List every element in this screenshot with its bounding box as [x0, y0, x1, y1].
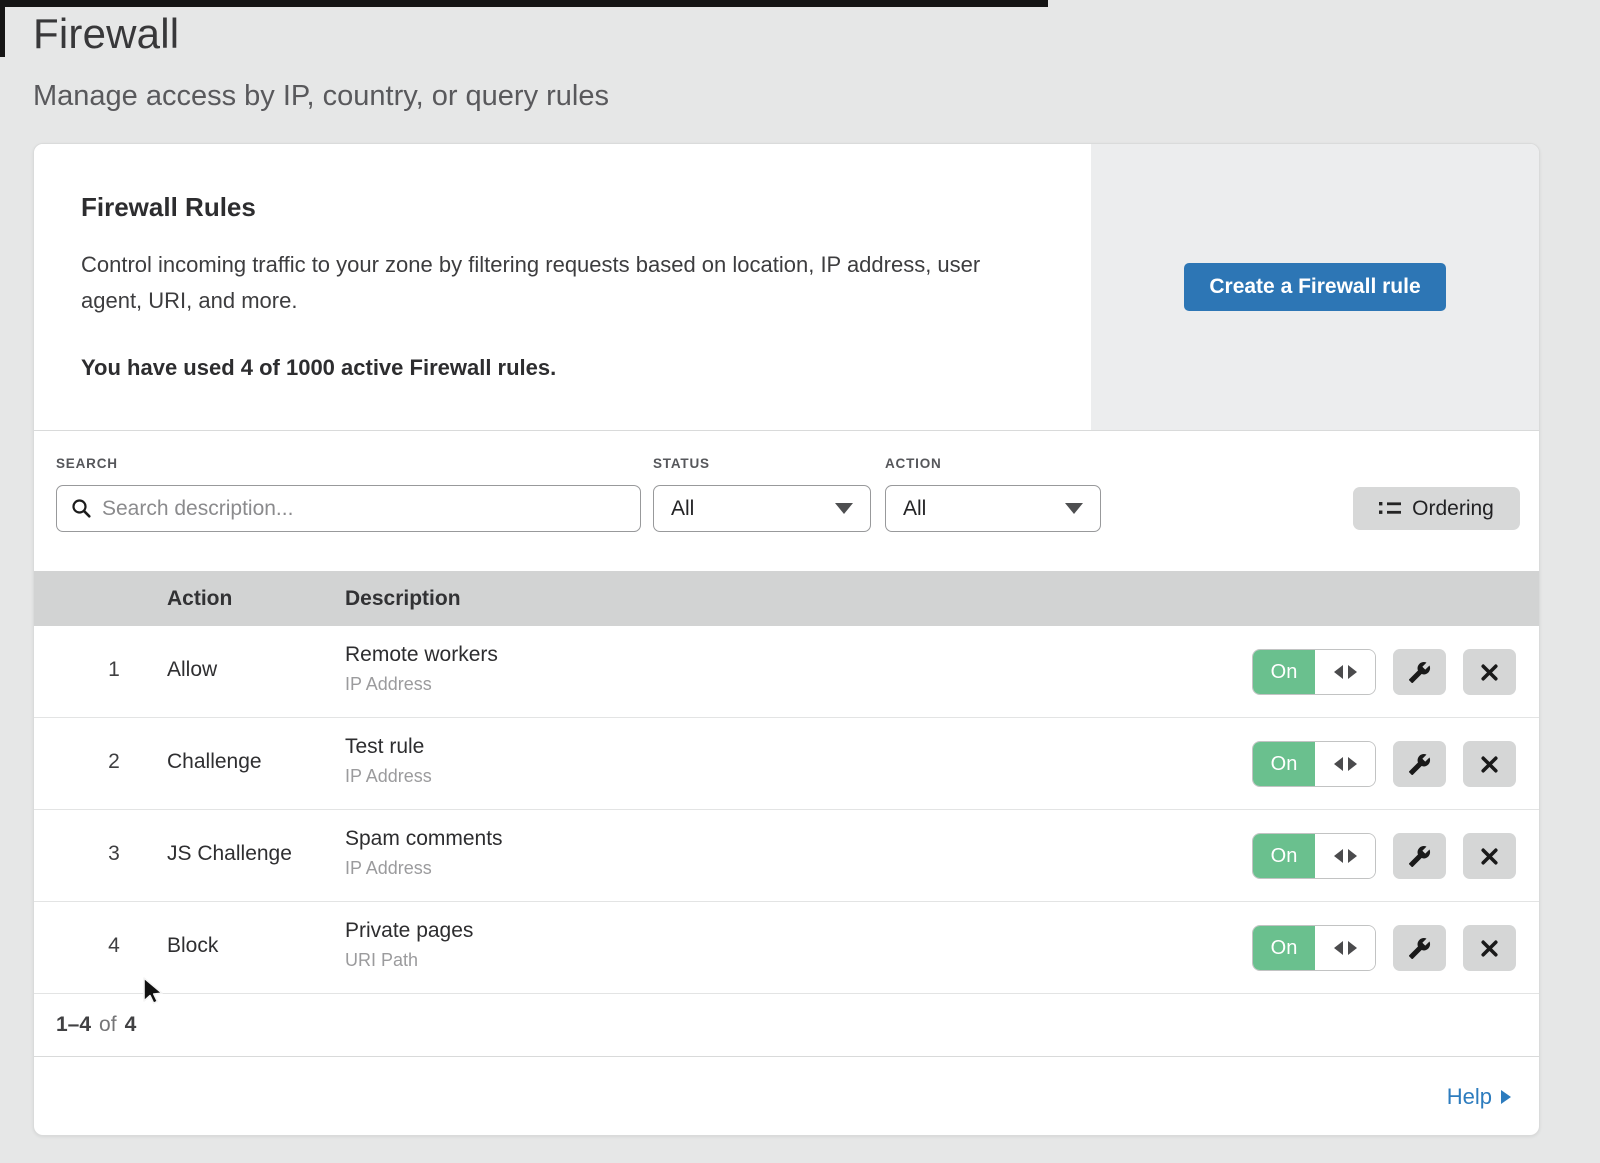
help-link[interactable]: Help [1447, 1084, 1511, 1110]
close-icon [1479, 938, 1500, 959]
pagination: 1–4 of 4 [34, 994, 1539, 1056]
wrench-icon [1408, 661, 1431, 684]
table-row: 3 JS Challenge Spam comments IP Address … [34, 810, 1539, 902]
create-firewall-rule-button[interactable]: Create a Firewall rule [1184, 263, 1445, 311]
overview-aside-panel: Create a Firewall rule [1091, 144, 1539, 430]
rule-toggle[interactable]: On [1252, 925, 1376, 971]
rule-toggle[interactable]: On [1252, 741, 1376, 787]
search-icon [71, 498, 92, 519]
rule-priority: 4 [99, 934, 129, 958]
delete-rule-button[interactable] [1463, 925, 1516, 971]
filters-section: SEARCH STATUS All ACTION All Orde [34, 431, 1539, 571]
delete-rule-button[interactable] [1463, 741, 1516, 787]
overview-section: Firewall Rules Control incoming traffic … [34, 144, 1539, 431]
rule-toggle[interactable]: On [1252, 833, 1376, 879]
edit-rule-button[interactable] [1393, 649, 1446, 695]
rule-title: Test rule [345, 735, 432, 759]
status-selected-value: All [671, 497, 694, 521]
rule-action: JS Challenge [167, 842, 292, 866]
close-icon [1479, 662, 1500, 683]
edit-rule-button[interactable] [1393, 833, 1446, 879]
toggle-on-label: On [1253, 742, 1315, 786]
close-icon [1479, 846, 1500, 867]
rule-subtitle: IP Address [345, 674, 498, 695]
wrench-icon [1408, 845, 1431, 868]
edit-rule-button[interactable] [1393, 925, 1446, 971]
toggle-on-label: On [1253, 926, 1315, 970]
rule-action: Block [167, 934, 218, 958]
rule-toggle[interactable]: On [1252, 649, 1376, 695]
chevron-down-icon [835, 503, 853, 514]
usage-text: You have used 4 of 1000 active Firewall … [81, 355, 1091, 381]
action-select[interactable]: All [885, 485, 1101, 532]
toggle-handle-icon[interactable] [1315, 926, 1375, 970]
toggle-handle-icon[interactable] [1315, 650, 1375, 694]
column-header-action: Action [167, 571, 232, 626]
rule-action: Challenge [167, 750, 262, 774]
search-box[interactable] [56, 485, 641, 532]
pagination-total: 4 [125, 1013, 137, 1037]
screenshot-edge-artifact [0, 0, 5, 57]
firewall-rules-card: Firewall Rules Control incoming traffic … [33, 143, 1540, 1136]
wrench-icon [1408, 753, 1431, 776]
table-header: Action Description [34, 571, 1539, 626]
pagination-separator: of [99, 1013, 117, 1037]
card-footer: Help [34, 1056, 1539, 1136]
delete-rule-button[interactable] [1463, 833, 1516, 879]
rule-title: Remote workers [345, 643, 498, 667]
table-row: 2 Challenge Test rule IP Address On [34, 718, 1539, 810]
rule-priority: 1 [99, 658, 129, 682]
wrench-icon [1408, 937, 1431, 960]
status-label: STATUS [653, 456, 710, 471]
table-row: 4 Block Private pages URI Path On [34, 902, 1539, 994]
page-subtitle: Manage access by IP, country, or query r… [33, 80, 609, 113]
delete-rule-button[interactable] [1463, 649, 1516, 695]
toggle-handle-icon[interactable] [1315, 742, 1375, 786]
rule-subtitle: URI Path [345, 950, 473, 971]
rule-priority: 3 [99, 842, 129, 866]
arrow-right-icon [1501, 1090, 1511, 1104]
table-row: 1 Allow Remote workers IP Address On [34, 626, 1539, 718]
rule-title: Private pages [345, 919, 473, 943]
help-link-label: Help [1447, 1084, 1492, 1110]
action-label: ACTION [885, 456, 942, 471]
chevron-down-icon [1065, 503, 1083, 514]
edit-rule-button[interactable] [1393, 741, 1446, 787]
overview-description: Control incoming traffic to your zone by… [81, 247, 1026, 319]
toggle-on-label: On [1253, 650, 1315, 694]
overview-text-panel: Firewall Rules Control incoming traffic … [34, 144, 1091, 430]
ordering-list-icon [1379, 500, 1401, 517]
search-label: SEARCH [56, 456, 118, 471]
rule-subtitle: IP Address [345, 858, 503, 879]
rule-subtitle: IP Address [345, 766, 432, 787]
pagination-range: 1–4 [56, 1013, 91, 1037]
toggle-handle-icon[interactable] [1315, 834, 1375, 878]
column-header-description: Description [345, 571, 461, 626]
status-select[interactable]: All [653, 485, 871, 532]
toggle-on-label: On [1253, 834, 1315, 878]
screenshot-edge-artifact [0, 0, 1048, 7]
action-selected-value: All [903, 497, 926, 521]
ordering-button[interactable]: Ordering [1353, 487, 1520, 530]
close-icon [1479, 754, 1500, 775]
page-title: Firewall [33, 10, 179, 58]
rule-title: Spam comments [345, 827, 503, 851]
overview-heading: Firewall Rules [81, 192, 1091, 223]
search-input[interactable] [102, 497, 626, 521]
rule-action: Allow [167, 658, 217, 682]
ordering-button-label: Ordering [1412, 497, 1494, 521]
rule-priority: 2 [99, 750, 129, 774]
